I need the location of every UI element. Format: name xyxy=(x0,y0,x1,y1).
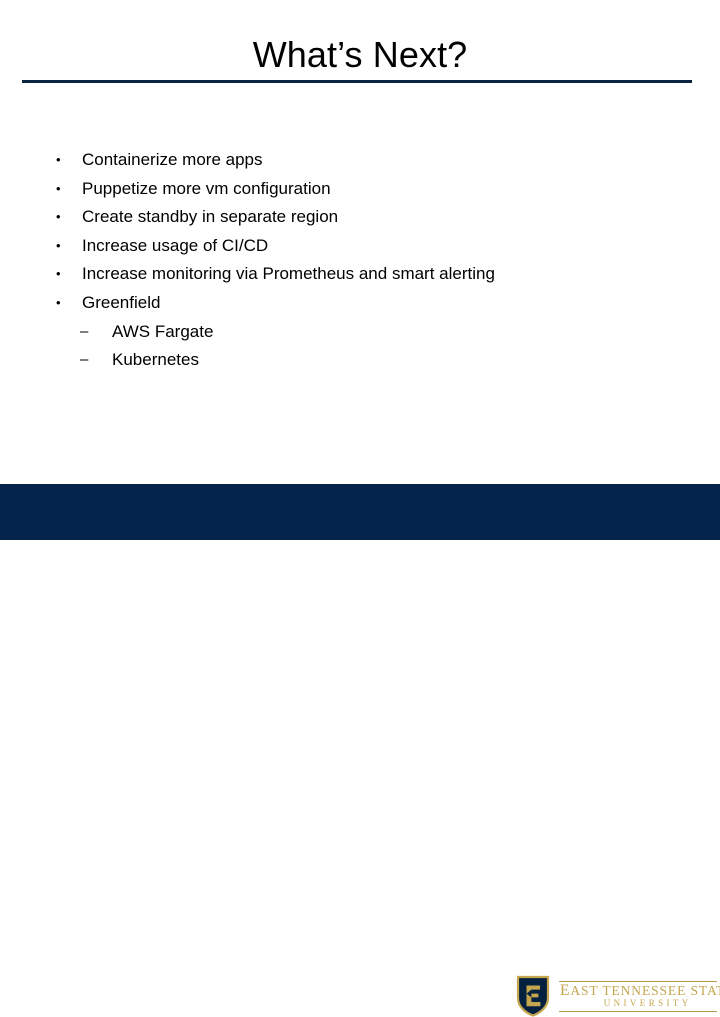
shield-icon xyxy=(516,975,550,1017)
wordmark-line-1: EAST TENNESSEE STATE xyxy=(559,982,720,998)
bullet-list: • Containerize more apps • Puppetize mor… xyxy=(50,146,670,375)
bullet-marker-icon: • xyxy=(56,266,61,282)
slide: What’s Next? • Containerize more apps • … xyxy=(0,0,720,1017)
list-item: • Greenfield xyxy=(50,289,670,318)
sub-list-item-label: AWS Fargate xyxy=(112,321,214,341)
list-item: • Containerize more apps xyxy=(50,146,670,175)
footer-bar: EAST TENNESSEE STATE UNIVERSITY xyxy=(0,484,720,1017)
dash-marker-icon: – xyxy=(80,322,89,340)
etsu-logo: EAST TENNESSEE STATE UNIVERSITY xyxy=(516,975,720,1017)
sub-list-item: – Kubernetes xyxy=(50,346,670,375)
bullet-marker-icon: • xyxy=(56,294,61,310)
page-title: What’s Next? xyxy=(252,34,468,75)
list-item: • Create standby in separate region xyxy=(50,203,670,232)
list-item-label: Increase usage of CI/CD xyxy=(82,235,269,255)
bullet-marker-icon: • xyxy=(56,180,61,196)
list-item-label: Increase monitoring via Prometheus and s… xyxy=(82,264,495,284)
sub-list-item-label: Kubernetes xyxy=(112,350,199,370)
wordmark-dropcap: E xyxy=(560,981,571,999)
bullet-marker-icon: • xyxy=(56,237,61,253)
list-item: • Increase usage of CI/CD xyxy=(50,232,670,261)
dash-marker-icon: – xyxy=(80,351,89,369)
list-item: • Puppetize more vm configuration xyxy=(50,175,670,204)
etsu-wordmark: EAST TENNESSEE STATE UNIVERSITY xyxy=(559,980,720,1012)
sub-list-item: – AWS Fargate xyxy=(50,318,670,347)
title-divider xyxy=(22,80,692,83)
bullet-marker-icon: • xyxy=(56,209,61,225)
bullet-marker-icon: • xyxy=(56,152,61,167)
list-item: • Increase monitoring via Prometheus and… xyxy=(50,260,670,289)
wordmark-line-1-rest: AST TENNESSEE STATE xyxy=(570,982,720,998)
list-item-label: Puppetize more vm configuration xyxy=(82,178,331,198)
wordmark-line-2: UNIVERSITY xyxy=(603,997,692,1008)
list-item-label: Greenfield xyxy=(82,292,161,312)
list-item-label: Create standby in separate region xyxy=(82,207,339,227)
list-item-label: Containerize more apps xyxy=(82,150,263,169)
wordmark-rule-bottom xyxy=(559,1010,717,1012)
